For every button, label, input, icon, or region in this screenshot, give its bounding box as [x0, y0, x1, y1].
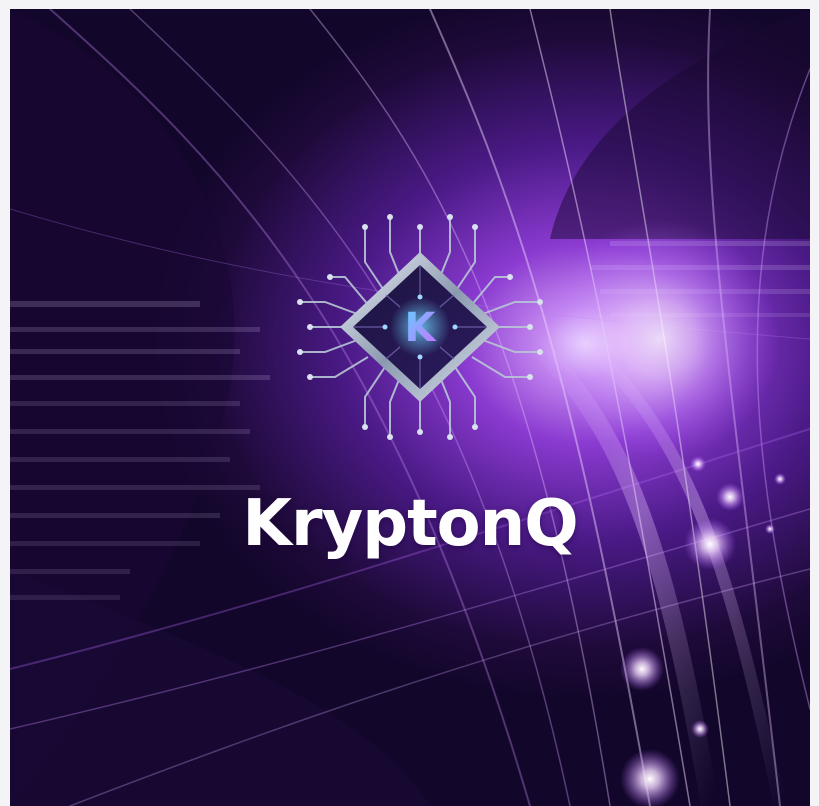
chip-letter: K	[405, 305, 438, 351]
brand-title: KryptonQ	[242, 487, 578, 561]
circuit-chip-logo-icon: K	[297, 214, 543, 440]
hero-image: K KryptonQ	[10, 9, 810, 806]
